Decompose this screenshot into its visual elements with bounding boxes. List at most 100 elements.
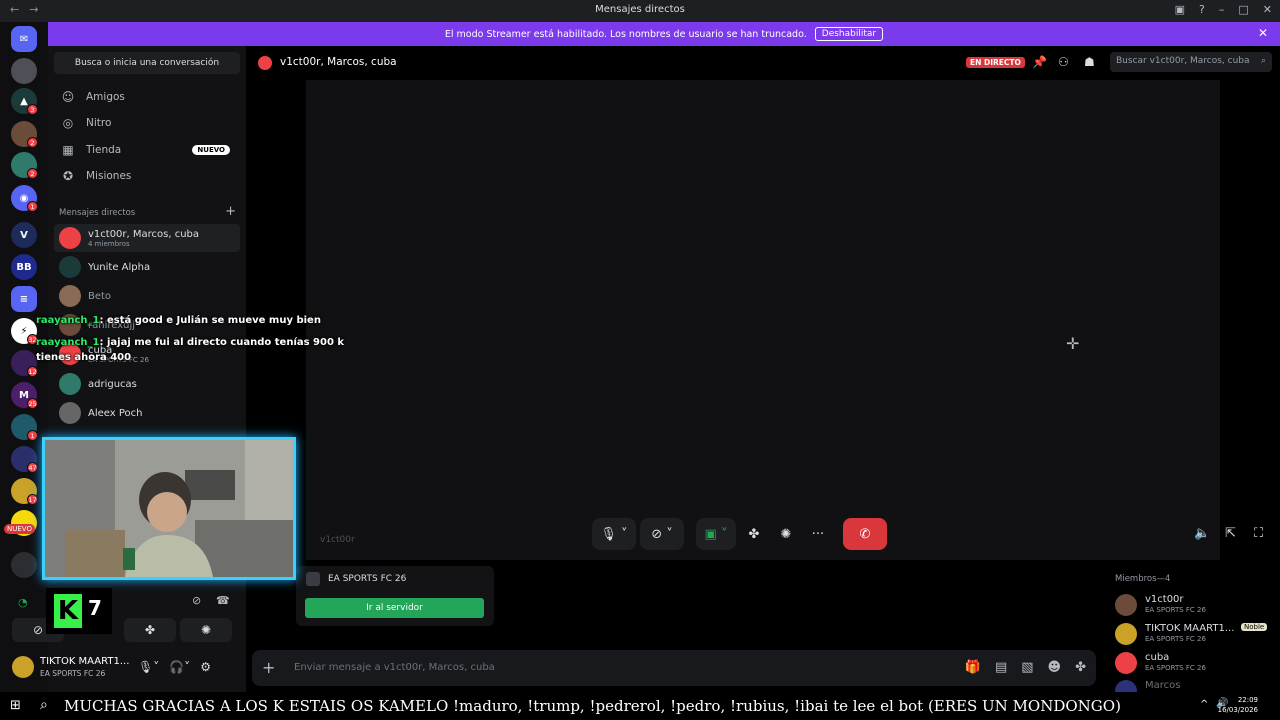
- fullscreen-icon[interactable]: ⛶: [1254, 526, 1263, 541]
- help-icon[interactable]: ?: [1199, 3, 1205, 16]
- windows-start-icon[interactable]: ⊞: [10, 698, 21, 713]
- unread-badge: 47: [27, 462, 38, 473]
- channel-header: v1ct00r, Marcos, cuba EN DIRECTO 📌 ⚇ ☗ B…: [246, 46, 1280, 80]
- nav-quests[interactable]: ✪ Misiones: [54, 164, 240, 188]
- pin-icon[interactable]: 📌: [1032, 55, 1047, 69]
- member-item[interactable]: Marcos: [1115, 678, 1280, 692]
- volume-icon[interactable]: 🔈: [1194, 526, 1210, 541]
- message-input[interactable]: Enviar mensaje a v1ct00r, Marcos, cuba: [294, 662, 495, 673]
- attach-icon[interactable]: +: [262, 658, 275, 677]
- message-composer[interactable]: + Enviar mensaje a v1ct00r, Marcos, cuba…: [252, 650, 1096, 686]
- close-banner-icon[interactable]: ✕: [1258, 26, 1268, 40]
- header-search[interactable]: Buscar v1ct00r, Marcos, cuba ⌕: [1110, 52, 1272, 72]
- avatar: [1115, 652, 1137, 674]
- nav-label: Nitro: [86, 117, 112, 129]
- noise-suppression-icon[interactable]: ⊘: [192, 594, 201, 607]
- unread-badge: 2: [27, 137, 38, 148]
- inbox-icon[interactable]: ▣: [1175, 3, 1185, 16]
- unread-badge: 3: [27, 104, 38, 115]
- nav-label: Tienda: [86, 144, 122, 156]
- nav-shop[interactable]: ▦ Tienda NUEVO: [54, 138, 240, 162]
- chat-user: raayanch_1: [36, 337, 100, 348]
- dm-item[interactable]: Aleex Poch: [54, 399, 240, 427]
- popout-icon[interactable]: ⇱: [1225, 526, 1236, 541]
- dm-item[interactable]: adrigucas: [54, 370, 240, 398]
- soundboard-icon[interactable]: ✺: [772, 518, 800, 550]
- members-icon[interactable]: ☗: [1084, 55, 1095, 69]
- clock[interactable]: 22:09 16/03/2026: [1218, 695, 1258, 715]
- new-badge: NUEVO: [192, 145, 230, 155]
- member-name: v1ct00r: [1145, 594, 1184, 605]
- camera-button[interactable]: ⊘ ˅: [640, 518, 684, 550]
- settings-icon[interactable]: ⚙: [200, 660, 211, 674]
- chat-user: raayanch_1: [36, 315, 100, 326]
- disconnect-icon[interactable]: ☎: [216, 594, 230, 607]
- server-icon[interactable]: BB: [11, 254, 37, 280]
- headphones-icon[interactable]: 🎧˅: [169, 660, 190, 674]
- disable-streamer-button[interactable]: Deshabilitar: [814, 27, 884, 41]
- apps-icon[interactable]: ✤: [1075, 660, 1086, 675]
- go-to-server-button[interactable]: Ir al servidor: [305, 598, 484, 618]
- avatar[interactable]: [12, 656, 34, 678]
- taskbar: ⊞ ⌕ MUCHAS GRACIAS A LOS K ESTAIS OS KAM…: [0, 692, 1280, 720]
- more-icon[interactable]: ···: [804, 518, 832, 550]
- discord-home-icon[interactable]: ✉: [11, 26, 37, 52]
- search-placeholder: Buscar v1ct00r, Marcos, cuba: [1116, 56, 1250, 66]
- server-icon[interactable]: V: [11, 222, 37, 248]
- minimize-button[interactable]: –: [1219, 3, 1225, 16]
- activities-button[interactable]: ✤: [124, 618, 176, 642]
- dm-section-title: Mensajes directos: [59, 208, 136, 218]
- dm-item[interactable]: v1ct00r, Marcos, cuba 4 miembros: [54, 224, 240, 252]
- stream-stage[interactable]: [306, 80, 1220, 560]
- nav-nitro[interactable]: ◎ Nitro: [54, 111, 240, 135]
- dm-name: v1ct00r, Marcos, cuba: [88, 228, 200, 240]
- activity-game: EA SPORTS FC 26: [328, 574, 407, 584]
- conversation-search[interactable]: Busca o inicia una conversación: [54, 52, 240, 74]
- screen-share-button[interactable]: ▣ ˅: [696, 518, 736, 550]
- voice-connected-icon: ◔: [18, 596, 28, 609]
- microphone-button[interactable]: 🎙 ˅: [592, 518, 636, 550]
- disconnect-button[interactable]: ✆: [843, 518, 887, 550]
- nav-friends[interactable]: ☺ Amigos: [54, 85, 240, 109]
- quests-icon: ✪: [62, 169, 74, 183]
- avatar: [59, 373, 81, 395]
- soundboard-button[interactable]: ✺: [180, 618, 232, 642]
- avatar: [1115, 623, 1137, 645]
- server-icon[interactable]: [11, 58, 37, 84]
- unread-badge: 1: [27, 201, 38, 212]
- activities-icon[interactable]: ✤: [740, 518, 768, 550]
- user-panel: ◔ ⊘ ☎ ⊘ ✤ ✺ TIKTOK MAART1... EA SPORTS F…: [6, 588, 242, 688]
- gif-icon[interactable]: ▤: [995, 660, 1007, 675]
- add-dm-icon[interactable]: +: [225, 204, 236, 219]
- window-title: Mensajes directos: [595, 4, 685, 15]
- avatar: [1115, 594, 1137, 616]
- server-icon[interactable]: [11, 552, 37, 578]
- close-button[interactable]: ✕: [1263, 3, 1272, 16]
- member-item[interactable]: cuba EA SPORTS FC 26: [1115, 650, 1280, 676]
- channel-title: v1ct00r, Marcos, cuba: [280, 56, 397, 68]
- shop-icon: ▦: [62, 143, 74, 157]
- maximize-button[interactable]: □: [1238, 3, 1248, 16]
- activity-card: EA SPORTS FC 26 Ir al servidor: [296, 566, 494, 626]
- dm-item[interactable]: Yunite Alpha: [54, 253, 240, 281]
- unread-badge: 1: [27, 430, 38, 441]
- tray-chevron-icon[interactable]: ^: [1200, 699, 1208, 710]
- member-name: TIKTOK MAART1...: [1145, 623, 1235, 634]
- emoji-icon[interactable]: ☻: [1048, 660, 1062, 675]
- game-icon: [306, 572, 320, 586]
- member-item[interactable]: v1ct00r EA SPORTS FC 26: [1115, 592, 1280, 618]
- dm-item[interactable]: Beto: [54, 282, 240, 310]
- add-friends-icon[interactable]: ⚇: [1058, 55, 1069, 69]
- microphone-icon[interactable]: 🎙˅: [138, 660, 159, 674]
- sticker-icon[interactable]: ▧: [1021, 660, 1033, 675]
- avatar: [59, 285, 81, 307]
- dm-name: Aleex Poch: [88, 407, 143, 419]
- member-item[interactable]: TIKTOK MAART1... Noble EA SPORTS FC 26: [1115, 621, 1280, 647]
- clock-time: 22:09: [1237, 696, 1258, 704]
- gift-icon[interactable]: 🎁: [965, 660, 981, 675]
- server-icon[interactable]: ≡: [11, 286, 37, 312]
- overlay-chat-message: raayanch_1: está good e Julián se mueve …: [36, 315, 346, 326]
- nitro-icon: ◎: [62, 116, 74, 130]
- search-icon[interactable]: ⌕: [40, 697, 48, 713]
- streamer-mode-banner: El modo Streamer está habilitado. Los no…: [48, 22, 1280, 46]
